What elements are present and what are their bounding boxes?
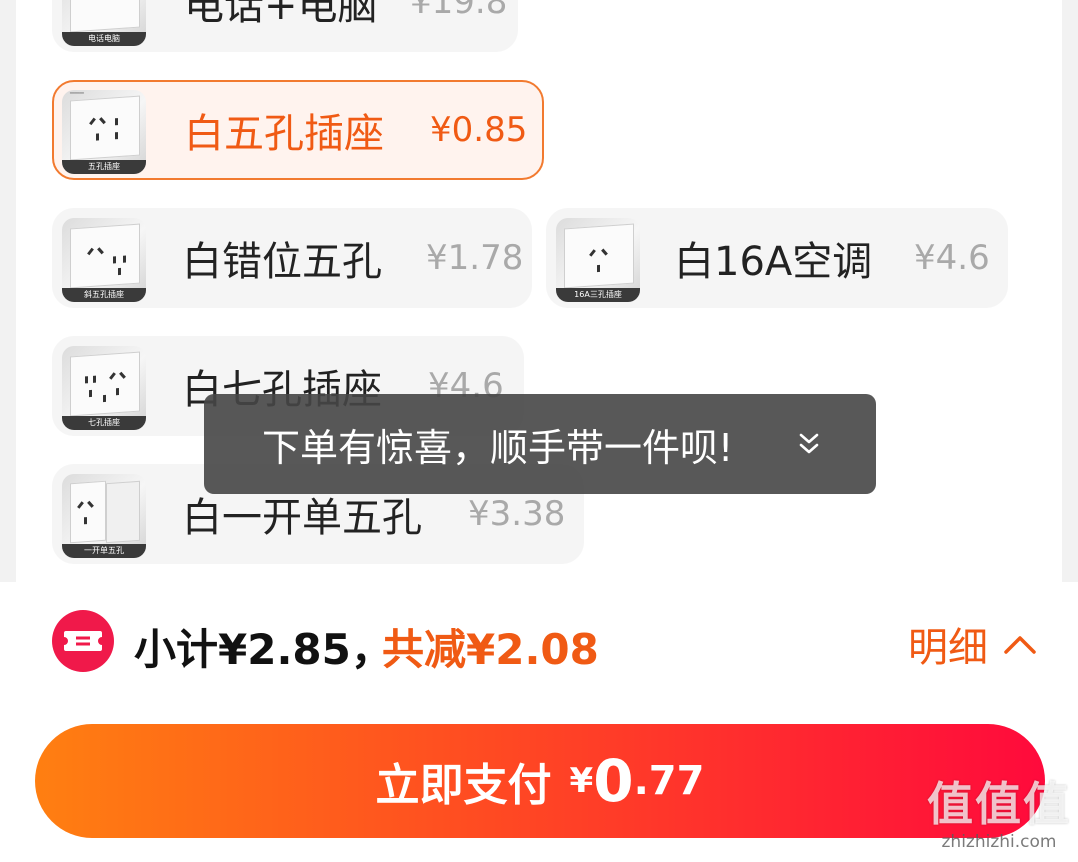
thumbnail-caption: 斜五孔插座 <box>62 288 146 302</box>
chevron-up-icon <box>1004 636 1036 654</box>
thumbnail-caption: 一开单五孔 <box>62 544 146 558</box>
product-thumbnail: 一开单五孔 <box>62 474 146 558</box>
product-price: ¥0.85 <box>430 110 528 150</box>
coupon-ticket-icon <box>52 610 114 672</box>
subtotal-text: 小计¥2.85， <box>134 625 393 674</box>
pay-amount-decimal: .77 <box>633 758 705 804</box>
thumbnail-caption: 电话电脑 <box>62 32 146 46</box>
product-price: ¥4.6 <box>914 238 990 278</box>
thumbnail-caption: 五孔插座 <box>62 160 146 174</box>
product-price: ¥1.78 <box>426 238 524 278</box>
double-chevron-down-icon <box>799 433 819 454</box>
discount-text: 共减¥2.08 <box>382 625 599 674</box>
product-chip-white-offset-five-hole[interactable]: 斜五孔插座 白错位五孔 ¥1.78 <box>52 208 532 308</box>
product-chip-phone-computer[interactable]: 电话电脑 电话+电脑 ¥19.8 <box>52 0 518 52</box>
product-thumbnail: ▔▔▔ 五孔插座 <box>62 90 146 174</box>
product-thumbnail: 电话电脑 <box>62 0 146 46</box>
product-name: 电话+电脑 <box>184 0 378 29</box>
product-chip-white-five-hole[interactable]: ▔▔▔ 五孔插座 白五孔插座 ¥0.85 <box>52 80 544 180</box>
thumbnail-caption: 七孔插座 <box>62 416 146 430</box>
detail-label: 明细 <box>908 625 988 671</box>
watermark-url: zhizhizhi.com <box>941 832 1057 852</box>
product-thumbnail: 16A三孔插座 <box>556 218 640 302</box>
pay-amount-integer: 0 <box>593 747 634 815</box>
product-name: 白错位五孔 <box>182 239 382 285</box>
product-price: ¥19.8 <box>410 0 508 22</box>
site-watermark: 值值值 zhizhizhi.com <box>924 776 1074 860</box>
product-thumbnail: 斜五孔插座 <box>62 218 146 302</box>
detail-toggle[interactable]: 明细 <box>908 616 1038 672</box>
checkout-summary-bar: 小计¥2.85， 共减¥2.08 明细 立即支付 ¥ 0 .77 <box>0 582 1078 862</box>
product-chip-white-16a-ac[interactable]: 16A三孔插座 白16A空调 ¥4.6 <box>546 208 1008 308</box>
pay-now-button[interactable]: 立即支付 ¥ 0 .77 <box>35 724 1045 838</box>
pay-currency: ¥ <box>569 761 594 801</box>
product-thumbnail: 七孔插座 <box>62 346 146 430</box>
promo-toast[interactable]: 下单有惊喜，顺手带一件呗! <box>204 394 876 494</box>
pay-button-label: 立即支付 <box>375 760 552 811</box>
watermark-logo: 值值值 <box>927 777 1071 831</box>
thumbnail-caption: 16A三孔插座 <box>556 288 640 302</box>
product-name: 白16A空调 <box>674 239 873 285</box>
product-name: 白五孔插座 <box>184 111 384 157</box>
toast-text: 下单有惊喜，顺手带一件呗! <box>262 425 734 470</box>
